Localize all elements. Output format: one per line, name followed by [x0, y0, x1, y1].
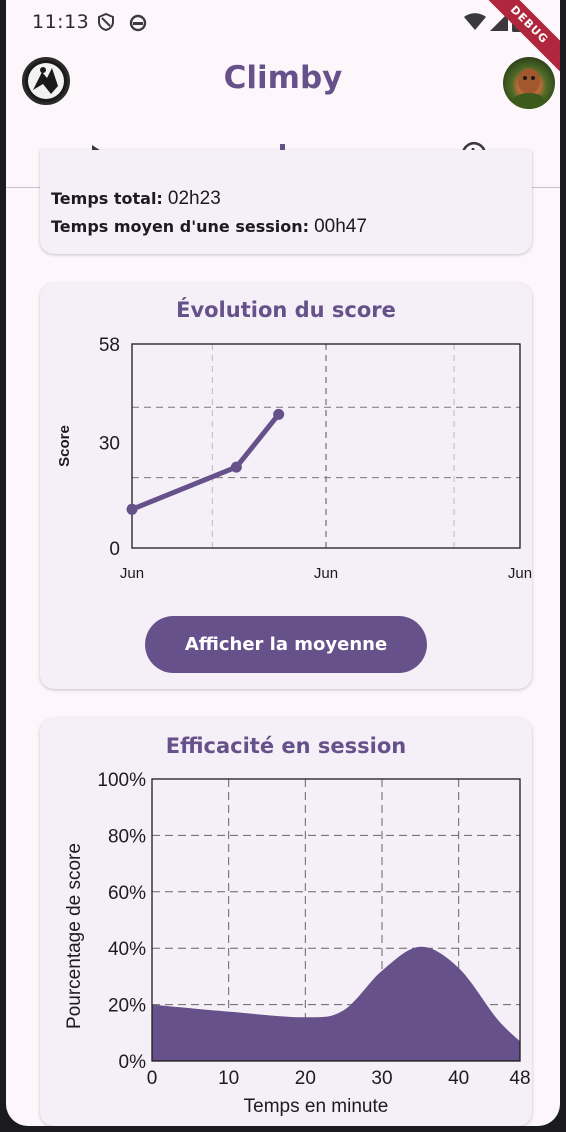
x-tick-label: Jun — [314, 565, 338, 582]
avg-time-row: Temps moyen d'une session: 00h47 — [51, 216, 367, 238]
x-tick-label: Jun — [120, 565, 144, 582]
score-card-title: Évolution du score — [176, 298, 396, 322]
avg-time-value: 00h47 — [314, 216, 367, 237]
y-axis-label: Score — [56, 425, 73, 467]
status-time: 11:13 — [32, 11, 90, 33]
x-axis-label: Temps en minute — [244, 1096, 389, 1117]
efficiency-card-title: Efficacité en session — [165, 734, 407, 758]
y-tick-label: 58 — [99, 335, 120, 356]
y-tick-label: 40% — [108, 939, 146, 960]
y-tick-label: 0% — [119, 1052, 147, 1073]
efficiency-area-series — [152, 946, 520, 1061]
avg-time-label: Temps moyen d'une session: — [51, 217, 310, 236]
user-avatar[interactable] — [503, 57, 555, 109]
x-tick-label: Jun — [508, 565, 532, 582]
user-avatar-graphic — [513, 68, 545, 109]
total-time-label: Temps total: — [51, 189, 163, 208]
status-bar: 11:13 DEBUG — [6, 0, 560, 79]
y-tick-label: 100% — [97, 770, 146, 791]
app-screen: 11:13 DEBUG Climby Temps total: 02h23 Te… — [6, 0, 560, 1126]
y-tick-label: 20% — [108, 996, 146, 1017]
x-tick-label: 10 — [218, 1068, 239, 1089]
x-tick-label: 0 — [147, 1068, 158, 1089]
app-title: Climby — [223, 60, 343, 96]
wifi-icon — [464, 13, 486, 30]
x-tick-label: 30 — [371, 1068, 392, 1089]
score-data-point — [126, 503, 138, 515]
session-efficiency-card: Efficacité en session 0% 20% 40% 60% 80% 100%… — [40, 718, 532, 1126]
total-time-row: Temps total: 02h23 — [51, 188, 221, 210]
score-line-chart: 58 30 0 Score Jun Jun Jun — [56, 335, 532, 582]
score-evolution-card: Évolution du score 58 30 0 Score Jun Jun Jun A… — [40, 283, 532, 689]
show-average-button[interactable]: Afficher la moyenne — [145, 616, 427, 673]
score-data-point — [273, 408, 285, 420]
total-time-value: 02h23 — [167, 188, 221, 209]
score-data-point — [230, 461, 242, 473]
y-tick-label: 30 — [99, 433, 120, 454]
y-axis-label: Pourcentage de score — [64, 843, 85, 1029]
x-tick-label: 48 — [509, 1068, 530, 1089]
x-tick-label: 40 — [448, 1068, 469, 1089]
y-tick-label: 60% — [108, 883, 146, 904]
y-tick-label: 0 — [109, 539, 120, 560]
efficiency-area-chart: 0% 20% 40% 60% 80% 100% 0 10 20 30 40 48 Temps en mi… — [64, 770, 531, 1117]
x-tick-label: 20 — [295, 1068, 316, 1089]
time-stats-card: Temps total: 02h23 Temps moyen d'une ses… — [40, 150, 532, 254]
score-series-line — [131, 412, 281, 512]
y-tick-label: 80% — [108, 826, 146, 847]
shield-icon — [98, 12, 114, 32]
android-icon — [129, 14, 147, 32]
